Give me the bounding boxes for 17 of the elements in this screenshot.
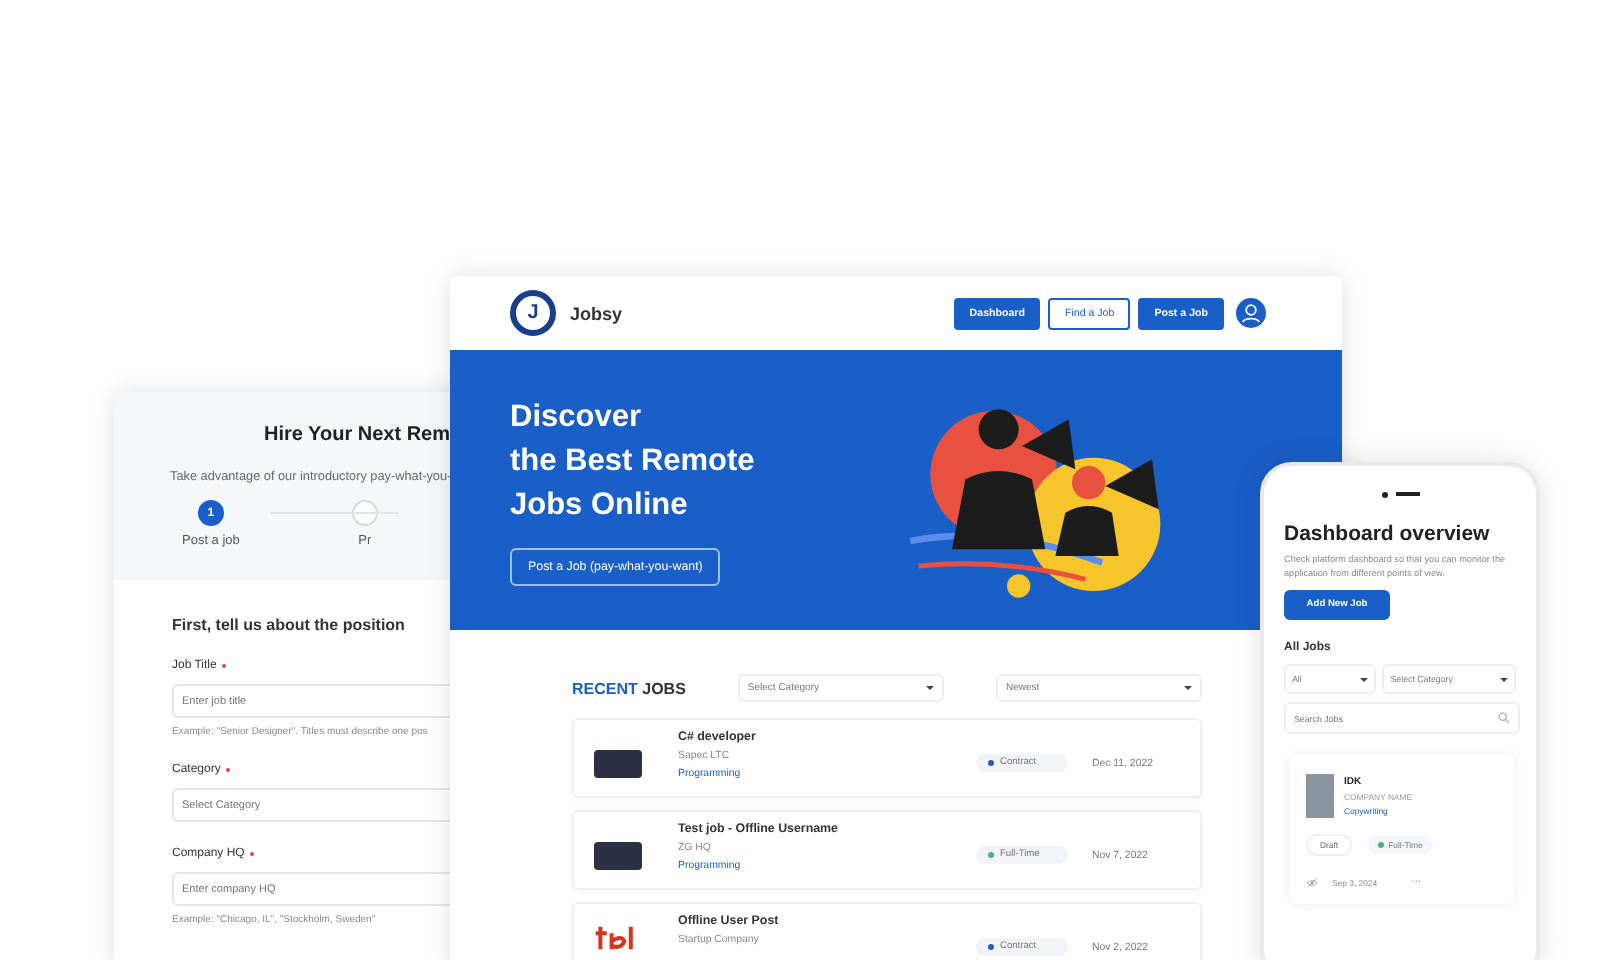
- caret-icon: [1360, 677, 1369, 681]
- user-avatar-icon[interactable]: [1236, 298, 1266, 328]
- logo-icon: J: [510, 290, 556, 336]
- section-title: First, tell us about the position: [172, 616, 407, 634]
- caret-icon: [925, 686, 934, 690]
- photo-placeholder: [1306, 774, 1334, 818]
- dashboard-title: Dashboard overview: [1284, 522, 1492, 546]
- photo-placeholder: [594, 841, 642, 869]
- search-icon: [1498, 712, 1510, 724]
- photo-placeholder: [594, 749, 642, 777]
- caret-icon: [1500, 677, 1508, 681]
- caret-icon: [1184, 686, 1192, 690]
- form-title: Hire Your Next Rem: [262, 424, 452, 446]
- hidden-eye-icon: [1306, 877, 1318, 887]
- hero-title: Discover the Best Remote Jobs Online: [510, 397, 755, 525]
- section-heading: RECENT JOBS: [572, 679, 686, 697]
- brand-name: Jobsy: [570, 303, 623, 323]
